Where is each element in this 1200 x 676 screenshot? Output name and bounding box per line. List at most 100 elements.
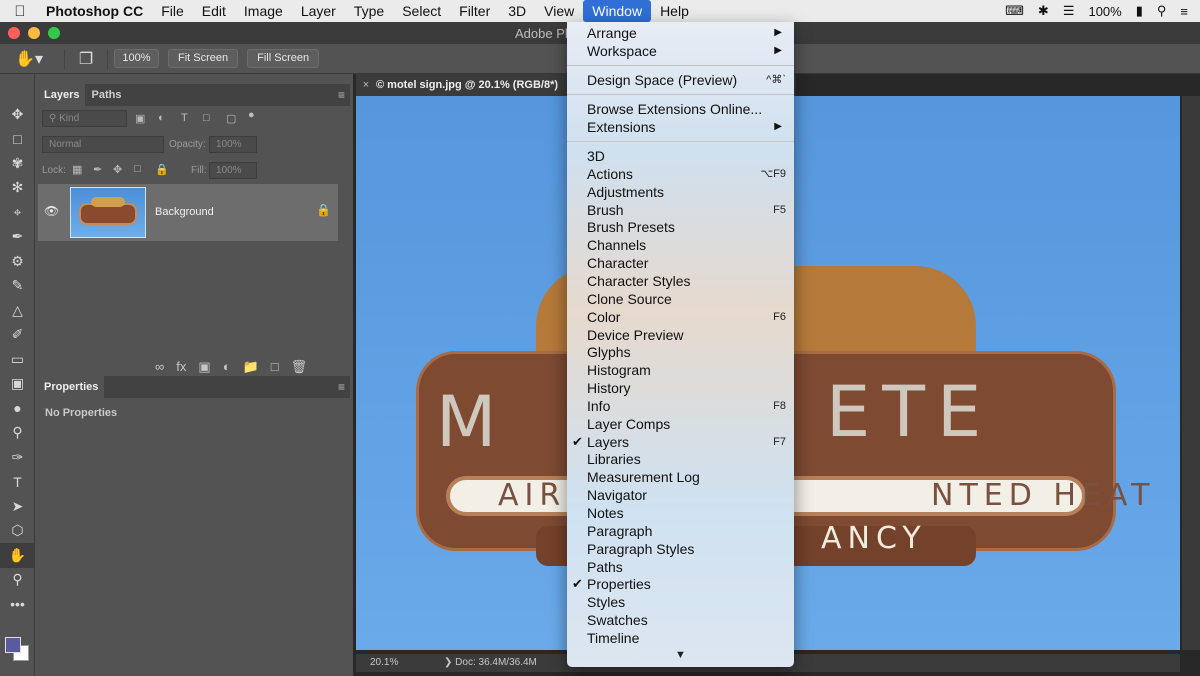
menu-item-layer-comps[interactable]: Layer Comps [567, 415, 794, 433]
new-group-folder-icon[interactable]: 📁 [243, 359, 259, 375]
status-zoom[interactable]: 20.1% [370, 654, 398, 672]
marquee-tool-icon[interactable]: □ [0, 127, 35, 152]
foreground-color-swatch[interactable] [5, 637, 21, 653]
eraser-tool-icon[interactable]: ▭ [0, 347, 35, 372]
crop-tool-icon[interactable]: ⌖ [0, 200, 35, 225]
menu-item-navigator[interactable]: Navigator [567, 486, 794, 504]
zoom-tool-icon[interactable]: ⚲ [0, 568, 35, 593]
menu-item-color[interactable]: Color F6 [567, 308, 794, 326]
menu-item-notes[interactable]: Notes [567, 504, 794, 522]
battery-percent[interactable]: 100% [1088, 4, 1121, 19]
menu-item-brush[interactable]: Brush F5 [567, 201, 794, 219]
menu-item-character-styles[interactable]: Character Styles [567, 272, 794, 290]
menu-item-device-preview[interactable]: Device Preview [567, 326, 794, 344]
blend-mode-select[interactable]: Normal [42, 136, 164, 153]
menu-item-history[interactable]: History [567, 379, 794, 397]
menu-item-paragraph[interactable]: Paragraph [567, 522, 794, 540]
menu-item-channels[interactable]: Channels [567, 236, 794, 254]
tab-layers[interactable]: Layers [38, 84, 86, 106]
visibility-eye-icon[interactable]: 👁 [44, 204, 59, 218]
wifi-icon[interactable]: ☰ [1063, 3, 1075, 19]
menu-image[interactable]: Image [235, 0, 292, 22]
spotlight-search-icon[interactable]: ⚲ [1157, 3, 1167, 19]
menu-item-measurement-log[interactable]: Measurement Log [567, 468, 794, 486]
hand-tool-icon[interactable]: ✋ [0, 543, 35, 568]
panel-menu-icon[interactable]: ≡ [338, 84, 350, 106]
menu-item-browse-extensions[interactable]: Browse Extensions Online... [567, 100, 794, 118]
menu-item-workspace[interactable]: Workspace ▶ [567, 42, 794, 60]
filter-kind-select[interactable]: ⚲ Kind [42, 110, 127, 127]
opacity-field[interactable]: 100% [209, 136, 257, 153]
new-adjustment-layer-icon[interactable]: ◐ [223, 359, 231, 375]
add-layer-style-icon[interactable]: fx [176, 359, 186, 375]
menu-item-character[interactable]: Character [567, 254, 794, 272]
menu-view[interactable]: View [535, 0, 583, 22]
fit-screen-button[interactable]: Fit Screen [168, 49, 239, 68]
dodge-tool-icon[interactable]: ⚲ [0, 421, 35, 446]
brush-tool-icon[interactable]: ✎ [0, 274, 35, 299]
properties-panel-menu-icon[interactable]: ≡ [338, 376, 350, 398]
type-tool-icon[interactable]: T [0, 470, 35, 495]
menu-item-swatches[interactable]: Swatches [567, 611, 794, 629]
lock-transparent-pixels-icon[interactable]: ▦ [72, 163, 82, 176]
status-doc-size[interactable]: ❯ Doc: 36.4M/36.4M [444, 654, 537, 672]
filter-toggle-icon[interactable]: ● [248, 109, 255, 121]
edit-toolbar-icon[interactable]: ••• [0, 592, 35, 617]
new-layer-icon[interactable]: □ [271, 359, 279, 375]
menu-item-adjustments[interactable]: Adjustments [567, 183, 794, 201]
menu-item-glyphs[interactable]: Glyphs [567, 343, 794, 361]
eyedropper-tool-icon[interactable]: ✒ [0, 225, 35, 250]
menu-edit[interactable]: Edit [193, 0, 235, 22]
menu-item-design-space[interactable]: Design Space (Preview) ^⌘` [567, 71, 794, 89]
tab-properties[interactable]: Properties [38, 376, 105, 398]
menu-item-timeline[interactable]: Timeline [567, 629, 794, 647]
menu-item-extensions[interactable]: Extensions ▶ [567, 118, 794, 136]
menu-filter[interactable]: Filter [450, 0, 499, 22]
menu-item-clone-source[interactable]: Clone Source [567, 290, 794, 308]
apple-icon[interactable]:  [0, 3, 40, 20]
menu-item-actions[interactable]: Actions ⌥F9 [567, 165, 794, 183]
lock-all-icon[interactable]: 🔒 [155, 163, 169, 176]
zoom-100-button[interactable]: 100% [114, 49, 159, 68]
bluetooth-icon[interactable]: ✱ [1038, 3, 1049, 19]
menu-item-histogram[interactable]: Histogram [567, 361, 794, 379]
filter-adjustment-icon[interactable]: ◐ [158, 112, 165, 124]
hand-tool-preset-icon[interactable]: ✋▾ [0, 49, 58, 69]
pen-tool-icon[interactable]: ✑ [0, 445, 35, 470]
close-document-icon[interactable]: × [356, 74, 376, 96]
menu-item-3d[interactable]: 3D [567, 147, 794, 165]
menu-item-info[interactable]: Info F8 [567, 397, 794, 415]
menu-item-properties[interactable]: ✔ Properties [567, 575, 794, 593]
quick-selection-tool-icon[interactable]: ✻ [0, 176, 35, 201]
fill-field[interactable]: 100% [209, 162, 257, 179]
menu-app[interactable]: Photoshop CC [40, 0, 152, 22]
menu-layer[interactable]: Layer [292, 0, 345, 22]
healing-brush-tool-icon[interactable]: ⚙ [0, 249, 35, 274]
lasso-tool-icon[interactable]: ✾ [0, 151, 35, 176]
filter-smart-object-icon[interactable]: ▢ [226, 112, 236, 125]
zoom-window-button[interactable] [48, 27, 60, 39]
lock-image-pixels-icon[interactable]: ✒ [93, 163, 102, 176]
scroll-down-arrow-icon[interactable]: ▼ [567, 649, 794, 661]
path-selection-tool-icon[interactable]: ➤ [0, 494, 35, 519]
layer-lock-icon[interactable]: 🔒 [316, 203, 331, 217]
menu-item-brush-presets[interactable]: Brush Presets [567, 218, 794, 236]
delete-layer-trash-icon[interactable]: 🗑 [291, 359, 308, 375]
gradient-tool-icon[interactable]: ▣ [0, 372, 35, 397]
shape-tool-icon[interactable]: ⬡ [0, 519, 35, 544]
link-layers-icon[interactable]: ∞ [155, 359, 164, 375]
history-brush-tool-icon[interactable]: ✐ [0, 323, 35, 348]
move-tool-icon[interactable]: ✥ [0, 102, 35, 127]
menu-item-layers[interactable]: ✔ Layers F7 [567, 433, 794, 451]
lock-position-icon[interactable]: ✥ [113, 163, 122, 176]
menu-select[interactable]: Select [393, 0, 450, 22]
menu-item-styles[interactable]: Styles [567, 593, 794, 611]
filter-shape-icon[interactable]: □ [203, 112, 210, 124]
fill-screen-button[interactable]: Fill Screen [247, 49, 320, 68]
menu-item-paragraph-styles[interactable]: Paragraph Styles [567, 540, 794, 558]
vertical-scrollbar[interactable] [1182, 96, 1200, 650]
scroll-all-windows-icon[interactable]: ❐ [71, 49, 101, 69]
add-layer-mask-icon[interactable]: ▣ [198, 359, 210, 375]
tab-paths[interactable]: Paths [85, 84, 127, 106]
menu-type[interactable]: Type [345, 0, 393, 22]
